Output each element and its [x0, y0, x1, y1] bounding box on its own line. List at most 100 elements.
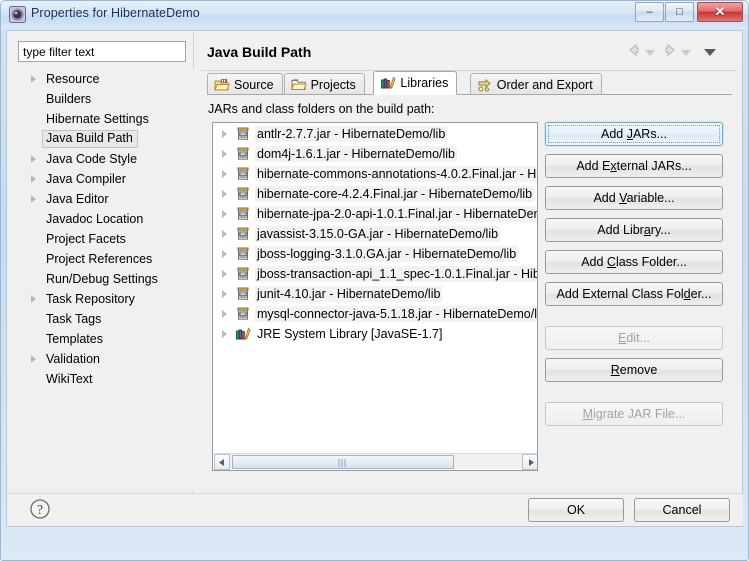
expand-arrow-icon[interactable] — [222, 310, 227, 318]
add-jars-button[interactable]: Add JARs... — [545, 122, 723, 146]
jar-icon: 010 — [237, 167, 249, 180]
add-library-button[interactable]: Add Library... — [545, 218, 723, 242]
expand-arrow-icon[interactable] — [31, 75, 36, 83]
sidebar-item-builders[interactable]: Builders — [8, 89, 194, 109]
svg-text:010: 010 — [240, 292, 247, 297]
jar-list-item[interactable]: 010 dom4j-1.6.1.jar - HibernateDemo/lib — [213, 144, 537, 164]
svg-text:010: 010 — [240, 192, 247, 197]
properties-dialog-window: Properties for HibernateDemo – □ ✕ Resou… — [0, 0, 749, 561]
sidebar-item-label: Validation — [46, 351, 100, 366]
sidebar-item-project-references[interactable]: Project References — [8, 249, 194, 269]
source-folder-icon — [214, 78, 230, 90]
jar-list-item[interactable]: 010 hibernate-commons-annotations-4.0.2.F… — [213, 164, 537, 184]
sidebar-item-label: Project References — [46, 251, 153, 266]
jar-list-item[interactable]: 010 jboss-logging-3.1.0.GA.jar - Hibernat… — [213, 244, 537, 264]
close-icon: ✕ — [714, 4, 726, 19]
sidebar-item-resource[interactable]: Resource — [8, 69, 194, 89]
jar-list-item[interactable]: 010 jboss-transaction-api_1.1_spec-1.0.1.… — [213, 264, 537, 284]
jar-list-item[interactable]: 010 mysql-connector-java-5.1.18.jar - Hib… — [213, 304, 537, 324]
jar-list-item[interactable]: 010 junit-4.10.jar - HibernateDemo/lib — [213, 284, 537, 304]
sidebar-item-validation[interactable]: Validation — [8, 349, 194, 369]
expand-arrow-icon[interactable] — [222, 210, 227, 218]
button-label: Migrate JAR File... — [582, 407, 686, 421]
scroll-right-button[interactable] — [522, 454, 537, 470]
sidebar-item-run-debug-settings[interactable]: Run/Debug Settings — [8, 269, 194, 289]
jar-list[interactable]: 010 antlr-2.7.7.jar - HibernateDemo/lib 01… — [212, 122, 538, 471]
sidebar-item-task-repository[interactable]: Task Repository — [8, 289, 194, 309]
sidebar-item-label: Builders — [46, 91, 92, 106]
sidebar-item-task-tags[interactable]: Task Tags — [8, 309, 194, 329]
menu-dropdown-icon[interactable] — [704, 46, 716, 60]
back-arrow-icon[interactable] — [626, 42, 642, 61]
add-external-class-folder-button[interactable]: Add External Class Folder... — [545, 282, 723, 306]
maximize-button[interactable]: □ — [665, 2, 694, 22]
scroll-left-button[interactable] — [214, 454, 230, 470]
tab-libraries[interactable]: Libraries — [373, 71, 458, 95]
jar-list-item[interactable]: 010 antlr-2.7.7.jar - HibernateDemo/lib — [213, 124, 537, 144]
properties-gear-icon — [9, 6, 26, 23]
expand-arrow-icon[interactable] — [222, 330, 227, 338]
expand-arrow-icon[interactable] — [222, 170, 227, 178]
tab-source[interactable]: Source — [207, 73, 283, 95]
minimize-button[interactable]: – — [635, 2, 664, 22]
jar-list-item[interactable]: 010 hibernate-core-4.2.4.Final.jar - Hibe… — [213, 184, 537, 204]
expand-arrow-icon[interactable] — [222, 190, 227, 198]
expand-arrow-icon[interactable] — [31, 175, 36, 183]
button-label: Add Library... — [597, 223, 671, 237]
back-dropdown-icon[interactable] — [645, 46, 655, 60]
focus-ring — [548, 125, 720, 143]
help-button[interactable]: ? — [29, 498, 51, 520]
ok-button[interactable]: OK — [528, 498, 624, 522]
close-button[interactable]: ✕ — [697, 2, 743, 22]
jar-list-item[interactable]: JRE System Library [JavaSE-1.7] — [213, 324, 537, 344]
sidebar-item-wikitext[interactable]: WikiText — [8, 369, 194, 389]
add-class-folder-button[interactable]: Add Class Folder... — [545, 250, 723, 274]
sidebar-item-java-build-path[interactable]: Java Build Path — [8, 129, 194, 149]
build-path-tabs: Source Projects Libraries Order and Export — [207, 71, 732, 95]
remove-button[interactable]: Remove — [545, 358, 723, 382]
expand-arrow-icon[interactable] — [31, 195, 36, 203]
sidebar-item-hibernate-settings[interactable]: Hibernate Settings — [8, 109, 194, 129]
jar-label: jboss-transaction-api_1.1_spec-1.0.1.Fin… — [255, 266, 537, 282]
forward-dropdown-icon[interactable] — [681, 46, 691, 60]
libraries-tab-content: JARs and class folders on the build path… — [207, 95, 732, 491]
tab-projects[interactable]: Projects — [283, 73, 365, 95]
expand-arrow-icon[interactable] — [222, 230, 227, 238]
expand-arrow-icon[interactable] — [222, 250, 227, 258]
scrollbar-thumb[interactable] — [232, 455, 454, 469]
jar-label: antlr-2.7.7.jar - HibernateDemo/lib — [255, 126, 448, 142]
expand-arrow-icon[interactable] — [31, 355, 36, 363]
svg-text:?: ? — [37, 503, 43, 518]
sidebar-item-templates[interactable]: Templates — [8, 329, 194, 349]
jar-list-item[interactable]: 010 hibernate-jpa-2.0-api-1.0.1.Final.jar… — [213, 204, 537, 224]
add-variable-button[interactable]: Add Variable... — [545, 186, 723, 210]
sidebar-item-label: Project Facets — [46, 231, 126, 246]
java-build-path-page: Java Build Path Source Projects Librarie… — [195, 32, 742, 495]
expand-arrow-icon[interactable] — [222, 130, 227, 138]
settings-tree: Resource Builders Hibernate Settings Java B… — [8, 69, 194, 489]
sidebar-item-label: Run/Debug Settings — [46, 271, 158, 286]
tab-order-and-export[interactable]: Order and Export — [469, 73, 602, 95]
sidebar-item-javadoc-location[interactable]: Javadoc Location — [8, 209, 194, 229]
horizontal-scrollbar[interactable] — [214, 453, 537, 470]
jar-label: dom4j-1.6.1.jar - HibernateDemo/lib — [255, 146, 458, 162]
add-external-jars-button[interactable]: Add External JARs... — [545, 154, 723, 178]
sidebar-item-java-editor[interactable]: Java Editor — [8, 189, 194, 209]
expand-arrow-icon[interactable] — [222, 270, 227, 278]
svg-text:010: 010 — [240, 132, 247, 137]
sidebar-item-java-compiler[interactable]: Java Compiler — [8, 169, 194, 189]
jar-list-item[interactable]: 010 javassist-3.15.0-GA.jar - HibernateDe… — [213, 224, 537, 244]
expand-arrow-icon[interactable] — [222, 150, 227, 158]
help-icon: ? — [30, 499, 50, 519]
filter-text-input[interactable] — [18, 41, 186, 62]
sidebar-item-java-code-style[interactable]: Java Code Style — [8, 149, 194, 169]
forward-arrow-icon[interactable] — [662, 42, 678, 61]
title-bar: Properties for HibernateDemo – □ ✕ — [1, 1, 748, 29]
expand-arrow-icon[interactable] — [31, 295, 36, 303]
jar-label: hibernate-commons-annotations-4.0.2.Fina… — [255, 166, 537, 182]
sidebar-item-project-facets[interactable]: Project Facets — [8, 229, 194, 249]
expand-arrow-icon[interactable] — [31, 155, 36, 163]
cancel-button[interactable]: Cancel — [634, 498, 730, 522]
svg-text:010: 010 — [240, 312, 247, 317]
expand-arrow-icon[interactable] — [222, 290, 227, 298]
